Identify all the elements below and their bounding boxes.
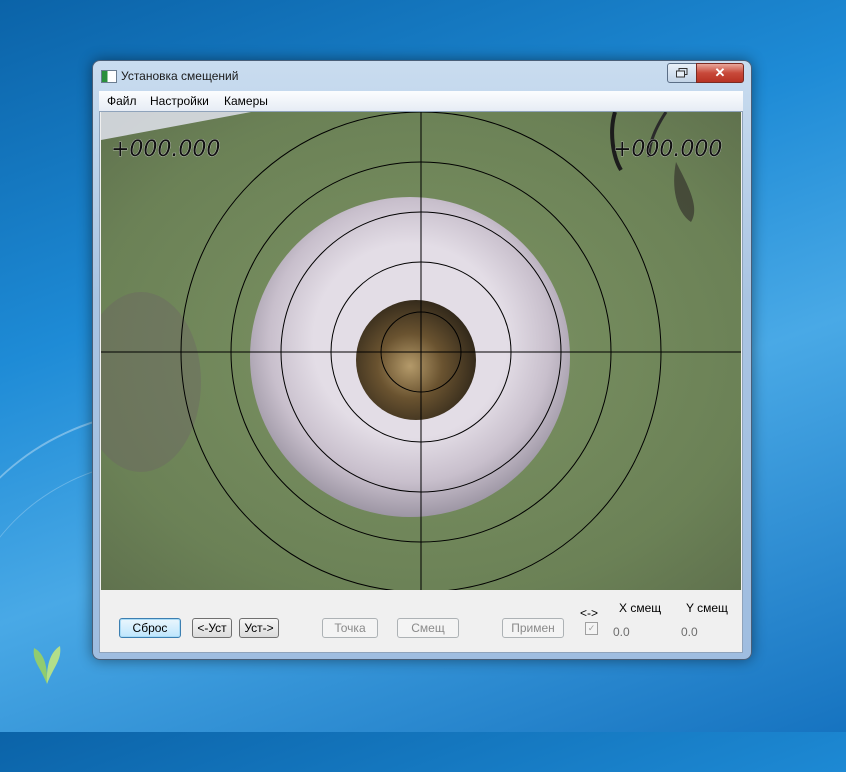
close-button[interactable]: ✕ [696,63,744,83]
swap-label: <-> [580,606,599,620]
y-coordinate-readout: +000.000 [613,137,722,162]
menu-settings[interactable]: Настройки [150,94,209,108]
swap-checkbox[interactable]: ✓ [585,622,598,635]
offset-button[interactable]: Смещ [397,618,459,638]
app-icon [101,70,117,83]
y-offset-header: Y смещ [686,601,728,615]
checkmark-icon: ✓ [587,623,596,633]
restore-button[interactable] [667,63,697,83]
desktop-leaf-decoration [33,646,61,684]
menu-cameras[interactable]: Камеры [224,94,268,108]
set-right-button[interactable]: Уст-> [239,618,279,638]
control-panel: Сброс <-Уст Уст-> Точка Смещ Примен <-> … [100,592,742,652]
x-offset-header: X смещ [619,601,662,615]
client-area: +000.000 +000.000 Сброс <-Уст Уст-> Точк… [99,111,743,653]
window-title: Установка смещений [121,69,239,83]
reset-button[interactable]: Сброс [119,618,181,638]
title-bar[interactable]: Установка смещений ✕ [93,61,751,91]
x-offset-value: 0.0 [613,625,630,639]
menu-bar: Файл Настройки Камеры [99,91,743,112]
point-button[interactable]: Точка [322,618,378,638]
via-hole [356,300,476,420]
x-coordinate-readout: +000.000 [111,137,220,162]
camera-view[interactable]: +000.000 +000.000 [101,112,741,590]
set-left-button[interactable]: <-Уст [192,618,232,638]
y-offset-value: 0.0 [681,625,698,639]
menu-file[interactable]: Файл [107,94,137,108]
camera-image: +000.000 +000.000 [101,112,741,590]
offset-setup-window: Установка смещений ✕ Файл Настройки Каме… [92,60,752,660]
apply-button[interactable]: Примен [502,618,564,638]
close-icon: ✕ [714,65,726,80]
restore-icon [676,68,688,78]
